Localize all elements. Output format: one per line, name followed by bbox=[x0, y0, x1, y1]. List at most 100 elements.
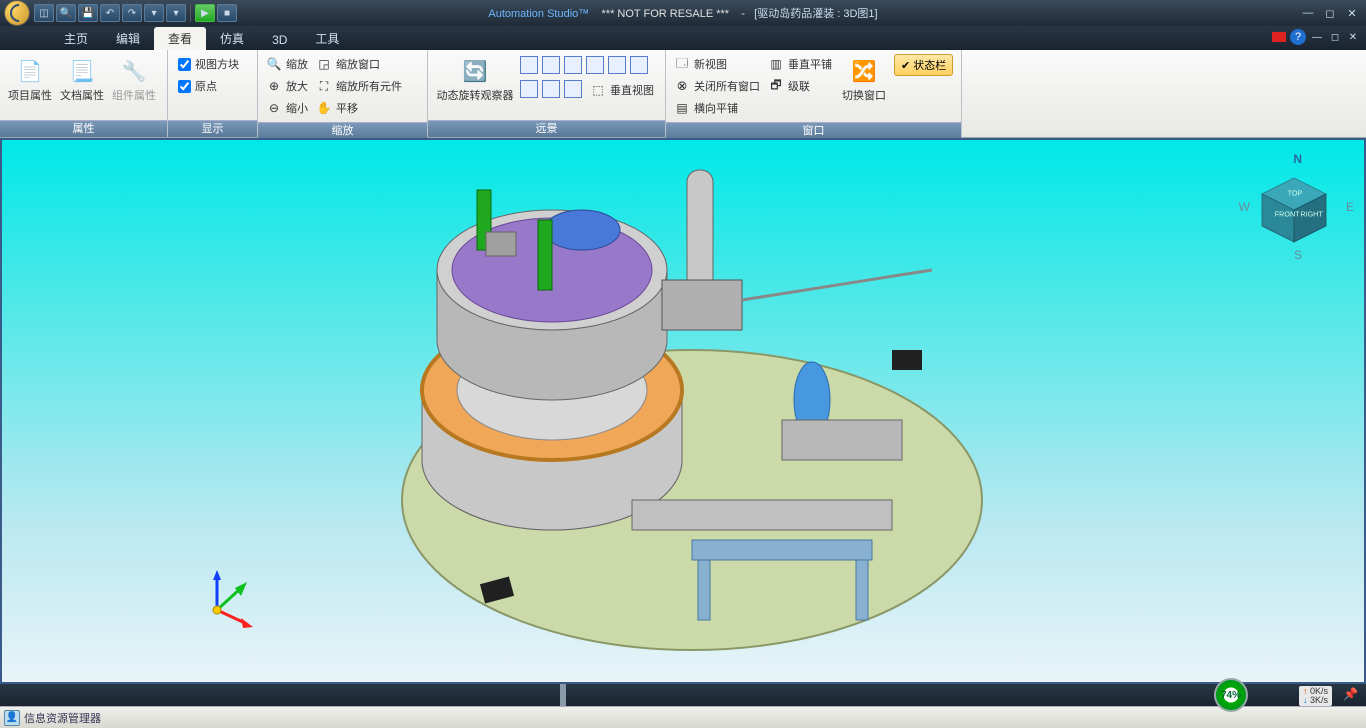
pin-icon[interactable]: 📌 bbox=[1343, 687, 1358, 701]
qat-dropdown-1[interactable]: ▾ bbox=[144, 4, 164, 22]
zoom-all-label: 缩放所有元件 bbox=[336, 78, 402, 94]
viewcube[interactable]: FRONT RIGHT TOP bbox=[1254, 170, 1334, 250]
new-view-icon: 🗔 bbox=[674, 56, 690, 72]
pan-label: 平移 bbox=[336, 100, 358, 116]
view-side-icon[interactable] bbox=[564, 80, 582, 98]
qat-save-icon[interactable]: 💾 bbox=[78, 4, 98, 22]
qat-redo-icon[interactable]: ↷ bbox=[122, 4, 142, 22]
close-all-icon: ⮿ bbox=[674, 78, 690, 94]
group-view3d: 🔄 动态旋转观察器 ⬚垂直视图 bbox=[428, 50, 666, 137]
document-properties-label: 文档属性 bbox=[60, 90, 104, 103]
cascade-button[interactable]: 🗗级联 bbox=[766, 76, 834, 96]
view-iso4-icon[interactable] bbox=[586, 56, 604, 74]
axis-gizmo-icon bbox=[197, 570, 257, 630]
maximize-button[interactable]: ◻ bbox=[1320, 5, 1340, 21]
switch-window-button[interactable]: 🔀 切换窗口 bbox=[838, 54, 890, 105]
view-front-icon[interactable] bbox=[542, 80, 560, 98]
tab-sim[interactable]: 仿真 bbox=[206, 27, 258, 50]
ribbon: 📄 项目属性 📃 文档属性 🔧 组件属性 属性 视图方块 bbox=[0, 50, 1366, 138]
compass-w[interactable]: W bbox=[1239, 200, 1250, 214]
view-iso1-icon[interactable] bbox=[520, 56, 538, 74]
status-bar: 74% ↑ 0K/s ↓ 3K/s 📌 bbox=[0, 684, 1366, 706]
zoom-fit-label: 缩放 bbox=[286, 56, 308, 72]
tile-h-icon: ▤ bbox=[674, 100, 690, 116]
zoom-fit-button[interactable]: 🔍缩放 bbox=[264, 54, 310, 74]
qat-stop-icon[interactable]: ■ bbox=[217, 4, 237, 22]
gear-comp-icon: 🔧 bbox=[118, 56, 150, 88]
group-properties-title: 属性 bbox=[0, 120, 167, 137]
zoom-all-icon: ⛶ bbox=[316, 78, 332, 94]
cascade-label: 级联 bbox=[788, 78, 810, 94]
tab-view[interactable]: 查看 bbox=[154, 27, 206, 50]
app-name: Automation Studio™ bbox=[488, 8, 589, 20]
zoom-in-button[interactable]: ⊕放大 bbox=[264, 76, 310, 96]
orbit-label: 动态旋转观察器 bbox=[437, 90, 514, 103]
zoom-fit-icon: 🔍 bbox=[266, 56, 282, 72]
zoom-all-button[interactable]: ⛶缩放所有元件 bbox=[314, 76, 404, 96]
group-properties: 📄 项目属性 📃 文档属性 🔧 组件属性 属性 bbox=[0, 50, 168, 137]
ribbon-restore-button[interactable]: ◻ bbox=[1328, 30, 1342, 44]
viewcube-checkbox[interactable]: 视图方块 bbox=[178, 56, 239, 72]
component-properties-label: 组件属性 bbox=[112, 90, 156, 103]
new-view-button[interactable]: 🗔新视图 bbox=[672, 54, 762, 74]
pan-icon: ✋ bbox=[316, 100, 332, 116]
orbit-button[interactable]: 🔄 动态旋转观察器 bbox=[434, 54, 516, 105]
close-button[interactable]: ✕ bbox=[1342, 5, 1362, 21]
gear-doc-icon: 📄 bbox=[14, 56, 46, 88]
ortho-view-button[interactable]: ⬚垂直视图 bbox=[588, 80, 656, 100]
close-all-button[interactable]: ⮿关闭所有窗口 bbox=[672, 76, 762, 96]
app-orb-button[interactable] bbox=[4, 0, 30, 26]
zoom-window-icon: ◲ bbox=[316, 56, 332, 72]
ortho-view-label: 垂直视图 bbox=[610, 82, 654, 98]
tile-v-icon: ▥ bbox=[768, 56, 784, 72]
tab-3d[interactable]: 3D bbox=[258, 30, 301, 50]
compass-e[interactable]: E bbox=[1346, 200, 1354, 214]
origin-check-input[interactable] bbox=[178, 80, 191, 93]
gauge-value: 74% bbox=[1221, 690, 1241, 701]
tile-h-button[interactable]: ▤横向平铺 bbox=[672, 98, 762, 118]
zoom-out-button[interactable]: ⊖缩小 bbox=[264, 98, 310, 118]
qat-dropdown-2[interactable]: ▾ bbox=[166, 4, 186, 22]
ribbon-minimize-button[interactable]: — bbox=[1310, 30, 1324, 44]
view-iso2-icon[interactable] bbox=[542, 56, 560, 74]
qat-play-icon[interactable]: ▶ bbox=[195, 4, 215, 22]
qat-undo-icon[interactable]: ↶ bbox=[100, 4, 120, 22]
network-indicator: ↑ 0K/s ↓ 3K/s bbox=[1299, 686, 1332, 706]
origin-checkbox[interactable]: 原点 bbox=[178, 78, 239, 94]
help-icon[interactable]: ? bbox=[1290, 29, 1306, 45]
compass-n[interactable]: N bbox=[1293, 152, 1302, 166]
group-zoom-title: 缩放 bbox=[258, 122, 427, 139]
ribbon-close-button[interactable]: ✕ bbox=[1346, 30, 1360, 44]
status-splitter[interactable] bbox=[560, 684, 566, 706]
tile-h-label: 横向平铺 bbox=[694, 100, 738, 116]
qat-open-icon[interactable]: 🔍 bbox=[56, 4, 76, 22]
project-properties-button[interactable]: 📄 项目属性 bbox=[6, 54, 54, 105]
view-iso3-icon[interactable] bbox=[564, 56, 582, 74]
zoom-window-button[interactable]: ◲缩放窗口 bbox=[314, 54, 404, 74]
compass-s[interactable]: S bbox=[1294, 248, 1302, 262]
tab-edit[interactable]: 编辑 bbox=[102, 27, 154, 50]
view-iso5-icon[interactable] bbox=[608, 56, 626, 74]
document-properties-button[interactable]: 📃 文档属性 bbox=[58, 54, 106, 105]
tab-tools[interactable]: 工具 bbox=[301, 27, 353, 50]
performance-gauge[interactable]: 74% bbox=[1214, 678, 1248, 712]
document-name: [驱动岛药品灌装 : 3D图1] bbox=[754, 8, 877, 20]
viewcube-check-input[interactable] bbox=[178, 58, 191, 71]
new-view-label: 新视图 bbox=[694, 56, 727, 72]
pan-button[interactable]: ✋平移 bbox=[314, 98, 404, 118]
close-all-label: 关闭所有窗口 bbox=[694, 78, 760, 94]
tile-v-button[interactable]: ▥垂直平铺 bbox=[766, 54, 834, 74]
statusbar-toggle-button[interactable]: ✔ 状态栏 bbox=[894, 54, 953, 76]
bottom-panel-tab[interactable]: 👤 信息资源管理器 bbox=[0, 706, 1366, 728]
cascade-icon: 🗗 bbox=[768, 78, 784, 94]
minimize-button[interactable]: — bbox=[1298, 5, 1318, 21]
ortho-view-icon: ⬚ bbox=[590, 82, 606, 98]
qat-new-icon[interactable]: ◫ bbox=[34, 4, 54, 22]
title-bar: ◫ 🔍 💾 ↶ ↷ ▾ ▾ ▶ ■ Automation Studio™ ***… bbox=[0, 0, 1366, 26]
view-top-icon[interactable] bbox=[520, 80, 538, 98]
flag-icon[interactable] bbox=[1272, 32, 1286, 42]
tab-home[interactable]: 主页 bbox=[50, 27, 102, 50]
not-for-resale-label: *** NOT FOR RESALE *** bbox=[602, 8, 730, 20]
view-iso6-icon[interactable] bbox=[630, 56, 648, 74]
3d-viewport[interactable]: FRONT RIGHT TOP N S E W bbox=[0, 138, 1366, 684]
